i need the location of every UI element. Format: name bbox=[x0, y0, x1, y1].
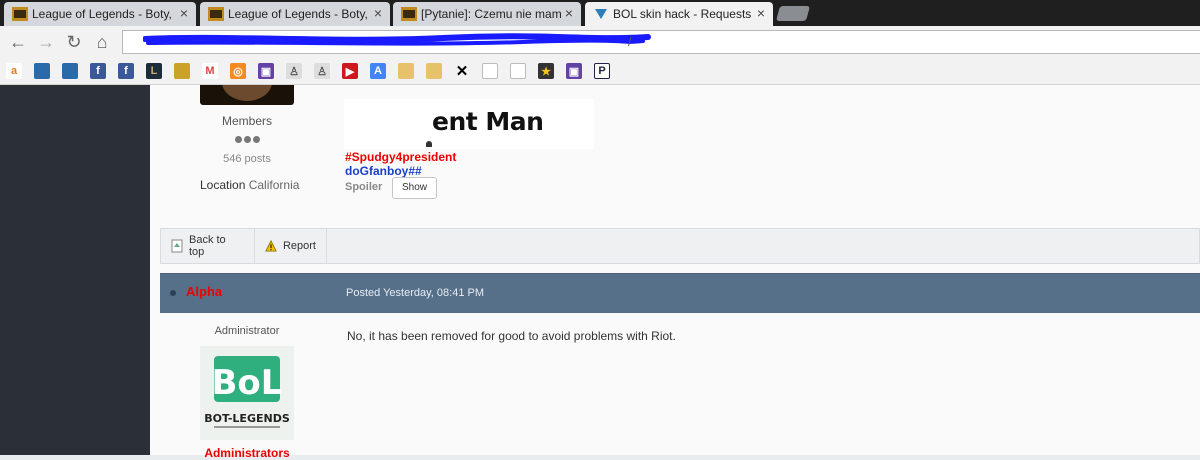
left-dark-margin bbox=[0, 85, 150, 455]
tab-title: [Pytanie]: Czemu nie mam bbox=[421, 7, 562, 21]
logo-text-bottom: BOT-LEGENDS bbox=[204, 412, 290, 425]
home-icon[interactable]: ⌂ bbox=[92, 32, 112, 52]
browser-toolbar: ← → ↻ ⌂ / bbox=[0, 26, 1200, 58]
signature-red-line: #Spudgy4president bbox=[345, 150, 457, 164]
league-icon[interactable]: L bbox=[146, 63, 162, 79]
translate-icon[interactable]: A bbox=[370, 63, 386, 79]
page-icon[interactable] bbox=[482, 63, 498, 79]
gmail-icon[interactable]: M bbox=[202, 63, 218, 79]
figure-icon[interactable]: ♙ bbox=[314, 63, 330, 79]
close-tab-icon[interactable]: × bbox=[757, 5, 765, 21]
address-bar[interactable]: / bbox=[122, 30, 1200, 54]
member-group: Members bbox=[221, 114, 272, 128]
post-header: Alpha Posted Yesterday, 08:41 PM bbox=[160, 273, 1200, 313]
member-avatar[interactable] bbox=[200, 85, 294, 105]
report-label: Report bbox=[282, 240, 316, 252]
twitch-icon[interactable]: ▣ bbox=[566, 63, 582, 79]
author-group: Administrators bbox=[204, 446, 290, 460]
post-count: 546 posts bbox=[223, 153, 271, 165]
redaction-scribble bbox=[143, 33, 651, 46]
figure-icon[interactable]: ♙ bbox=[286, 63, 302, 79]
star-icon[interactable]: ★ bbox=[538, 63, 554, 79]
content-area bbox=[150, 85, 1200, 455]
post-author-link[interactable]: Alpha bbox=[186, 284, 222, 299]
tab-title: League of Legends - Boty, bbox=[228, 7, 368, 21]
forum-page: Members 546 posts Location California en… bbox=[0, 85, 1200, 460]
rank-pips bbox=[235, 136, 261, 143]
bol-logo-avatar[interactable]: BoL BOT-LEGENDS bbox=[200, 346, 294, 440]
signature-image: ent Man bbox=[344, 99, 594, 149]
league-favicon-icon bbox=[208, 7, 224, 21]
signature-blue-line: doGfanboy## bbox=[345, 164, 422, 178]
facebook-icon[interactable]: f bbox=[118, 63, 134, 79]
post-message: No, it has been removed for good to avoi… bbox=[347, 329, 676, 343]
x-icon[interactable]: ✕ bbox=[454, 63, 470, 80]
back-to-top-link[interactable]: Back to top bbox=[161, 229, 255, 263]
address-text: / bbox=[628, 34, 632, 49]
folder-icon[interactable] bbox=[426, 63, 442, 79]
league-favicon-icon bbox=[401, 7, 417, 21]
new-tab-button[interactable] bbox=[775, 6, 811, 21]
bol-logo-icon: BoL BOT-LEGENDS bbox=[200, 346, 294, 440]
signature-text: ent Man bbox=[432, 107, 544, 136]
page-icon[interactable] bbox=[510, 63, 526, 79]
mouse-cursor-icon bbox=[426, 141, 432, 147]
location-value: California bbox=[248, 178, 300, 192]
amazon-icon[interactable]: a bbox=[6, 63, 22, 79]
tab-league-1[interactable]: League of Legends - Boty, × bbox=[4, 2, 196, 26]
tab-title: BOL skin hack - Requests bbox=[613, 7, 752, 21]
spoiler-label: Spoiler bbox=[345, 181, 383, 193]
close-tab-icon[interactable]: × bbox=[374, 5, 382, 21]
reload-icon[interactable]: ↻ bbox=[64, 32, 84, 52]
back-to-top-icon bbox=[171, 239, 183, 253]
facebook-icon[interactable]: f bbox=[90, 63, 106, 79]
bookmarks-bar: a f f L M ◎ ▣ ♙ ♙ ▶ A ✕ ★ ▣ P bbox=[0, 58, 1200, 85]
post-action-bar: Back to top Report bbox=[160, 228, 1200, 264]
location-label: Location bbox=[200, 178, 246, 192]
location: Location California bbox=[200, 178, 300, 192]
show-spoiler-button[interactable]: Show bbox=[392, 177, 437, 199]
warning-icon bbox=[265, 239, 277, 252]
youtube-icon[interactable]: ▶ bbox=[342, 63, 358, 79]
league-favicon-icon bbox=[12, 7, 28, 21]
back-to-top-label: Back to top bbox=[188, 234, 226, 258]
twitch-icon[interactable]: ▣ bbox=[258, 63, 274, 79]
author-role: Administrator bbox=[214, 325, 280, 337]
post-date: Posted Yesterday, 08:41 PM bbox=[346, 287, 484, 299]
tab-title: League of Legends - Boty, bbox=[32, 7, 172, 21]
sky-icon[interactable] bbox=[62, 63, 78, 79]
close-tab-icon[interactable]: × bbox=[565, 5, 573, 21]
tab-league-2[interactable]: League of Legends - Boty, × bbox=[200, 2, 390, 26]
back-arrow-icon[interactable]: ← bbox=[8, 32, 28, 52]
logo-text-top: BoL bbox=[212, 363, 283, 403]
crown-icon[interactable] bbox=[174, 63, 190, 79]
tab-pytanie[interactable]: [Pytanie]: Czemu nie mam × bbox=[393, 2, 581, 26]
tab-bol-active[interactable]: BOL skin hack - Requests × bbox=[585, 2, 773, 26]
folder-icon[interactable] bbox=[398, 63, 414, 79]
tab-strip: League of Legends - Boty, × League of Le… bbox=[0, 0, 1200, 26]
online-status-icon bbox=[170, 290, 176, 296]
bol-favicon-icon bbox=[595, 9, 607, 19]
forward-arrow-icon[interactable]: → bbox=[36, 32, 56, 52]
p-icon[interactable]: P bbox=[594, 63, 610, 79]
report-link[interactable]: Report bbox=[255, 229, 327, 263]
orange-icon[interactable]: ◎ bbox=[230, 63, 246, 79]
close-tab-icon[interactable]: × bbox=[180, 5, 188, 21]
sky-icon[interactable] bbox=[34, 63, 50, 79]
